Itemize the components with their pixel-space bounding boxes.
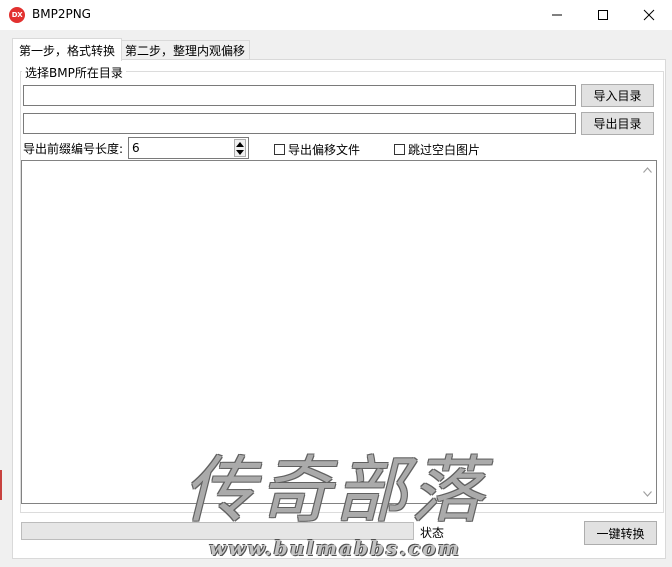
prefix-length-value[interactable]: 6 xyxy=(132,141,140,155)
export-dir-button[interactable]: 导出目录 xyxy=(581,112,654,135)
title-bar[interactable]: DX BMP2PNG xyxy=(0,0,672,30)
checkbox-label: 导出偏移文件 xyxy=(288,143,361,157)
convert-button[interactable]: 一键转换 xyxy=(584,521,657,545)
groupbox-label: 选择BMP所在目录 xyxy=(22,64,126,81)
import-dir-input[interactable] xyxy=(23,85,576,106)
tab-organize-offset[interactable]: 第二步，整理内观偏移 xyxy=(120,40,250,60)
tab-format-convert[interactable]: 第一步，格式转换 xyxy=(12,38,122,61)
scroll-up-icon[interactable] xyxy=(643,167,652,173)
import-dir-button[interactable]: 导入目录 xyxy=(581,84,654,107)
status-label: 状态 xyxy=(420,526,445,540)
minimize-button[interactable] xyxy=(534,0,580,30)
scroll-down-icon[interactable] xyxy=(643,491,652,497)
log-textarea[interactable] xyxy=(21,160,657,504)
maximize-button[interactable] xyxy=(580,0,626,30)
stepper-up-icon[interactable] xyxy=(235,140,245,148)
window-title: BMP2PNG xyxy=(32,7,91,21)
vertical-scrollbar[interactable] xyxy=(639,161,656,503)
skip-blank-checkbox[interactable]: 跳过空白图片 xyxy=(394,141,480,158)
export-offset-checkbox[interactable]: 导出偏移文件 xyxy=(274,141,360,158)
checkbox-label: 跳过空白图片 xyxy=(408,143,481,157)
checkbox-box[interactable] xyxy=(274,144,285,155)
close-icon xyxy=(643,9,655,21)
stepper-arrows[interactable] xyxy=(234,139,246,157)
prefix-length-label: 导出前缀编号长度: xyxy=(23,142,124,156)
export-dir-input[interactable] xyxy=(23,113,576,134)
app-icon: DX xyxy=(9,7,25,23)
edge-mark xyxy=(0,470,2,500)
minimize-icon xyxy=(552,14,562,16)
progress-bar xyxy=(21,522,414,540)
close-button[interactable] xyxy=(626,0,672,30)
stepper-down-icon[interactable] xyxy=(235,148,245,156)
checkbox-box[interactable] xyxy=(394,144,405,155)
maximize-icon xyxy=(598,10,608,20)
prefix-length-stepper[interactable]: 6 xyxy=(128,137,249,159)
